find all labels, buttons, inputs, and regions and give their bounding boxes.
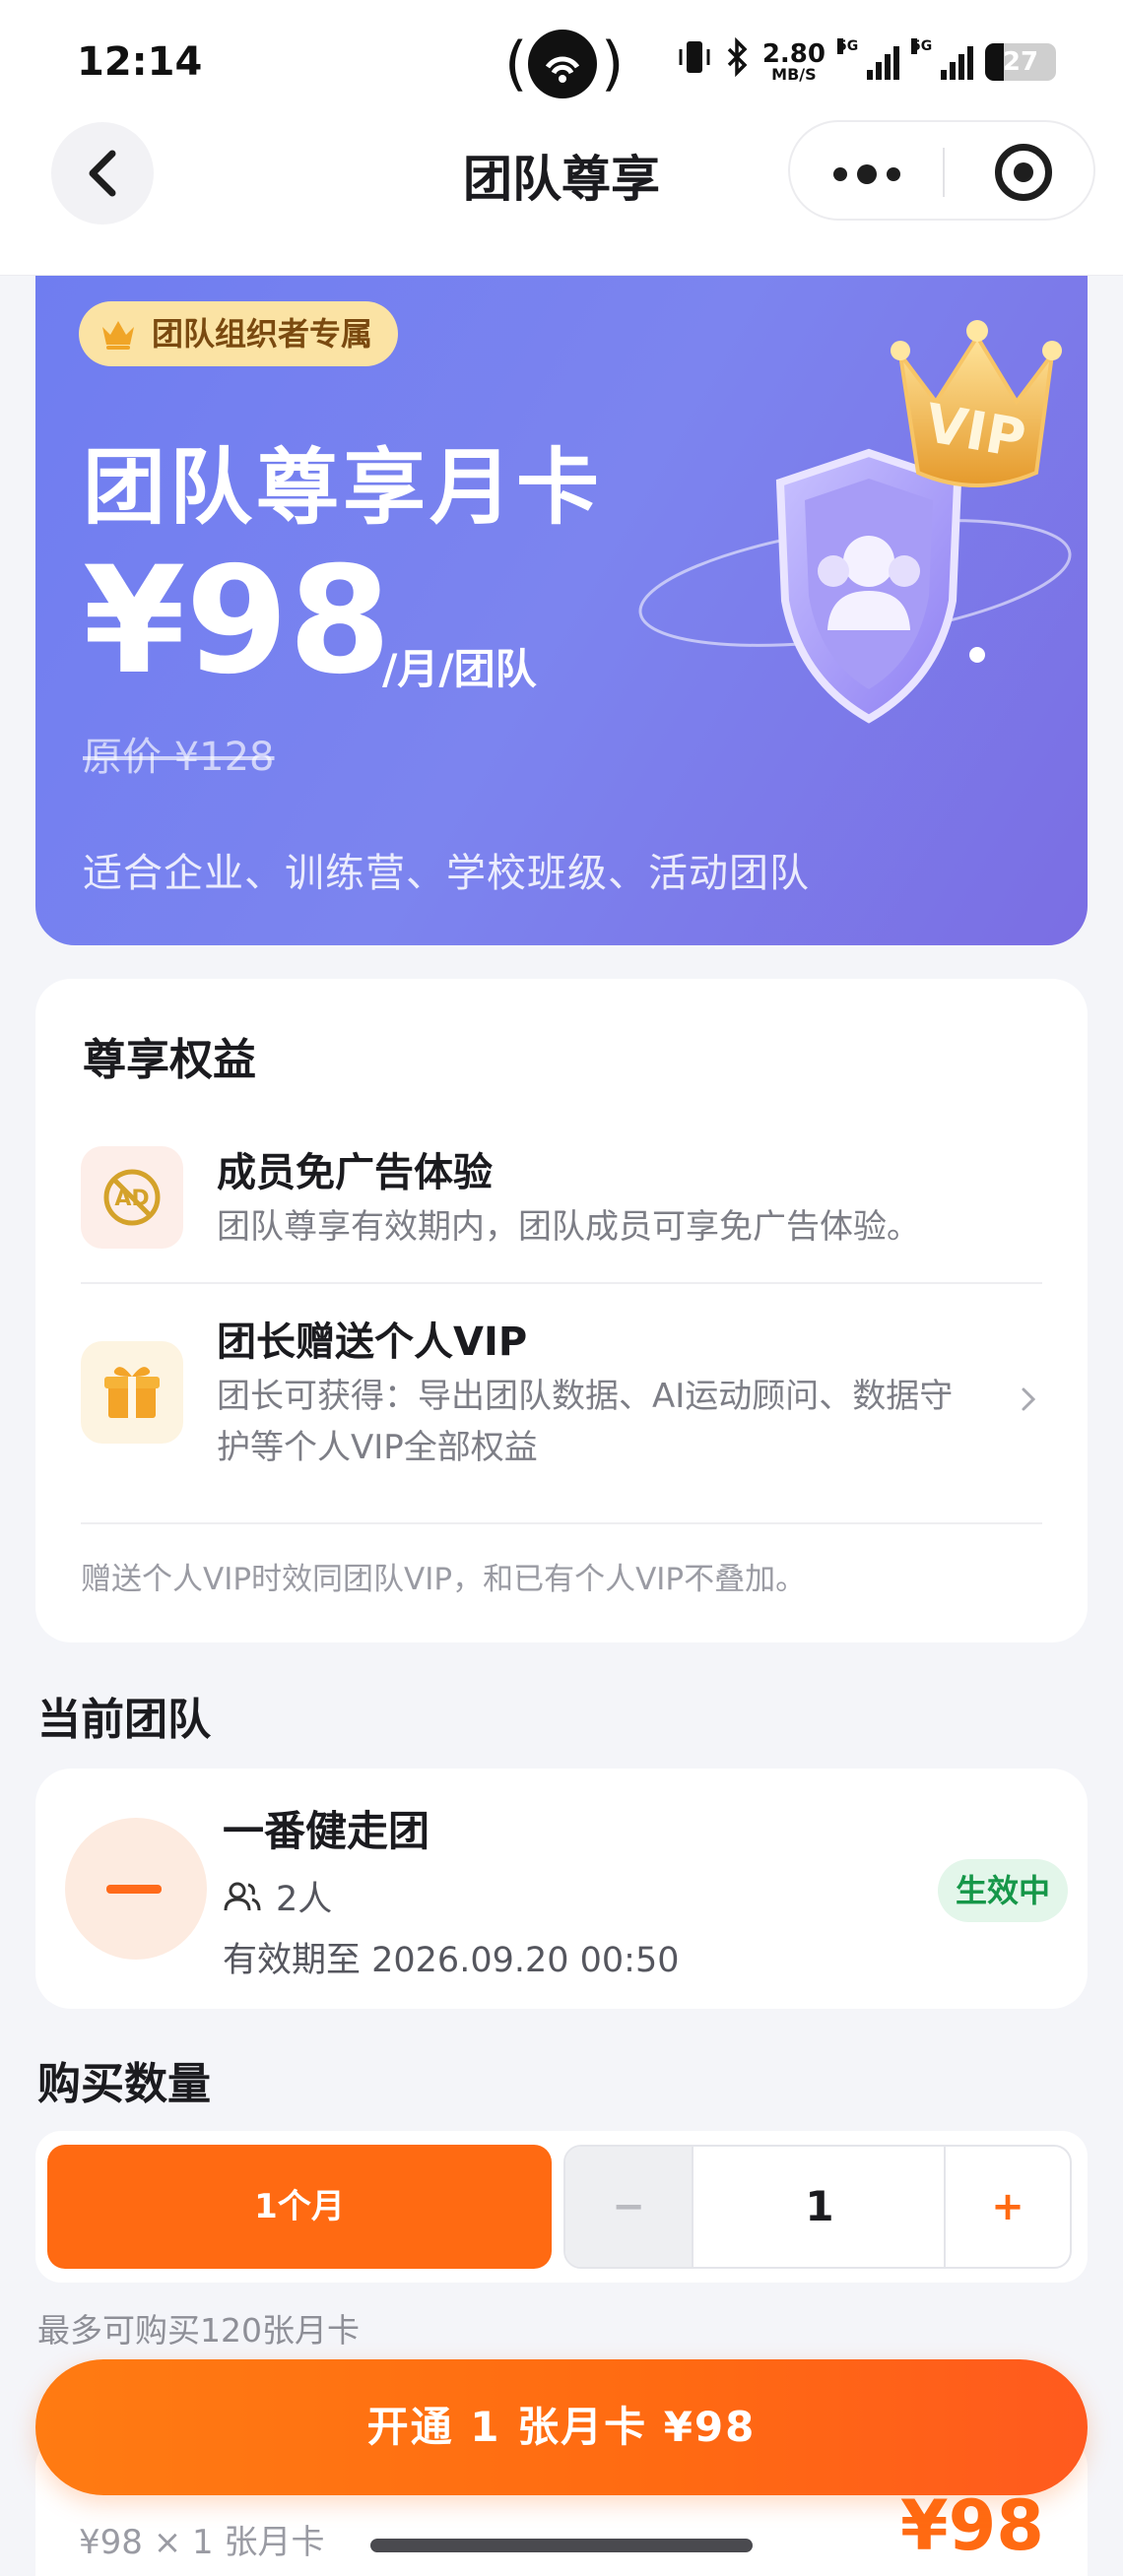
status-time: 12:14 [77, 39, 203, 85]
summary-detail: ¥98 × 1 张月卡 [79, 2523, 325, 2562]
vip-shield-crown-illustration: VIP [638, 320, 1072, 724]
organizer-badge: 团队组织者专属 [79, 301, 399, 366]
team-valid-until: 有效期至 2026.09.20 00:50 [223, 1941, 680, 1980]
miniapp-capsule [788, 120, 1095, 221]
users-icon [224, 1882, 261, 1910]
benefit-desc-no-ads: 团队尊享有效期内，团队成员可享免广告体验。 [217, 1207, 920, 1247]
benefits-title: 尊享权益 [83, 1035, 256, 1085]
signal-icon-2: 5G [911, 37, 973, 80]
no-ad-icon: AD [81, 1146, 183, 1249]
increase-button[interactable]: + [944, 2147, 1070, 2267]
team-name: 一番健走团 [223, 1807, 430, 1855]
benefits-card: 尊享权益 AD 成员免广告体验 团队尊享有效期内，团队成员可享免广告体验。 团长… [35, 979, 1088, 1642]
status-bar: 12:14 ( ) 2.80 MB/S 5G 5G 27 [0, 0, 1123, 128]
card-title: 团队尊享月卡 [83, 439, 604, 536]
benefit-desc-vip-line1: 团长可获得：导出团队数据、AI运动顾问、数据守 [217, 1377, 954, 1416]
card-description: 适合企业、训练营、学校班级、活动团队 [83, 851, 810, 896]
price: ¥98 [83, 536, 392, 707]
vibrate-icon [678, 37, 711, 86]
summary-total: ¥98 [899, 2485, 1044, 2566]
close-miniapp-icon[interactable] [995, 144, 1052, 201]
signal-icon: 5G [837, 37, 899, 80]
period-option-1-month[interactable]: 1个月 [47, 2145, 552, 2269]
benefits-note: 赠送个人VIP时效同团队VIP，和已有个人VIP不叠加。 [81, 1562, 807, 1597]
team-card[interactable]: 一番健走团 2人 有效期至 2026.09.20 00:50 生效中 [35, 1769, 1088, 2009]
benefit-desc-vip-line2: 护等个人VIP全部权益 [217, 1428, 538, 1467]
status-badge: 生效中 [938, 1859, 1069, 1922]
nav-header: 团队尊享 [0, 118, 1123, 276]
chevron-right-icon[interactable] [1019, 1385, 1038, 1414]
original-price: 原价 ¥128 [83, 735, 275, 780]
divider [81, 1522, 1042, 1524]
price-unit: /月/团队 [382, 645, 537, 693]
quantity-card: 1个月 − 1 + [35, 2131, 1088, 2283]
decrease-button[interactable]: − [565, 2147, 694, 2267]
quantity-stepper: − 1 + [563, 2145, 1072, 2269]
network-speed: 2.80 MB/S [761, 38, 826, 84]
team-avatar [65, 1818, 207, 1960]
gift-icon [81, 1341, 183, 1444]
home-indicator[interactable] [370, 2539, 753, 2552]
team-members: 2人 [223, 1871, 332, 1921]
more-icon[interactable] [833, 164, 900, 184]
benefit-title-vip: 团长赠送个人VIP [217, 1320, 528, 1365]
battery-icon: 27 [985, 42, 1056, 81]
activate-button[interactable]: 开通 1 张月卡 ¥98 [35, 2359, 1088, 2495]
bluetooth-icon [723, 36, 751, 86]
divider [81, 1282, 1042, 1284]
crown-icon [102, 321, 134, 350]
hotspot-icon: ( ) [504, 30, 625, 98]
purchase-limit-note: 最多可购买120张月卡 [37, 2311, 360, 2350]
current-team-title: 当前团队 [37, 1695, 211, 1745]
status-icons: 2.80 MB/S 5G 5G 27 [678, 36, 1056, 86]
purchase-quantity-title: 购买数量 [37, 2059, 211, 2109]
quantity-value[interactable]: 1 [694, 2147, 946, 2267]
benefit-title-no-ads: 成员免广告体验 [217, 1150, 493, 1195]
membership-hero-card: 团队组织者专属 团队尊享月卡 ¥98 /月/团队 原价 ¥128 适合企业、训练… [35, 276, 1088, 945]
